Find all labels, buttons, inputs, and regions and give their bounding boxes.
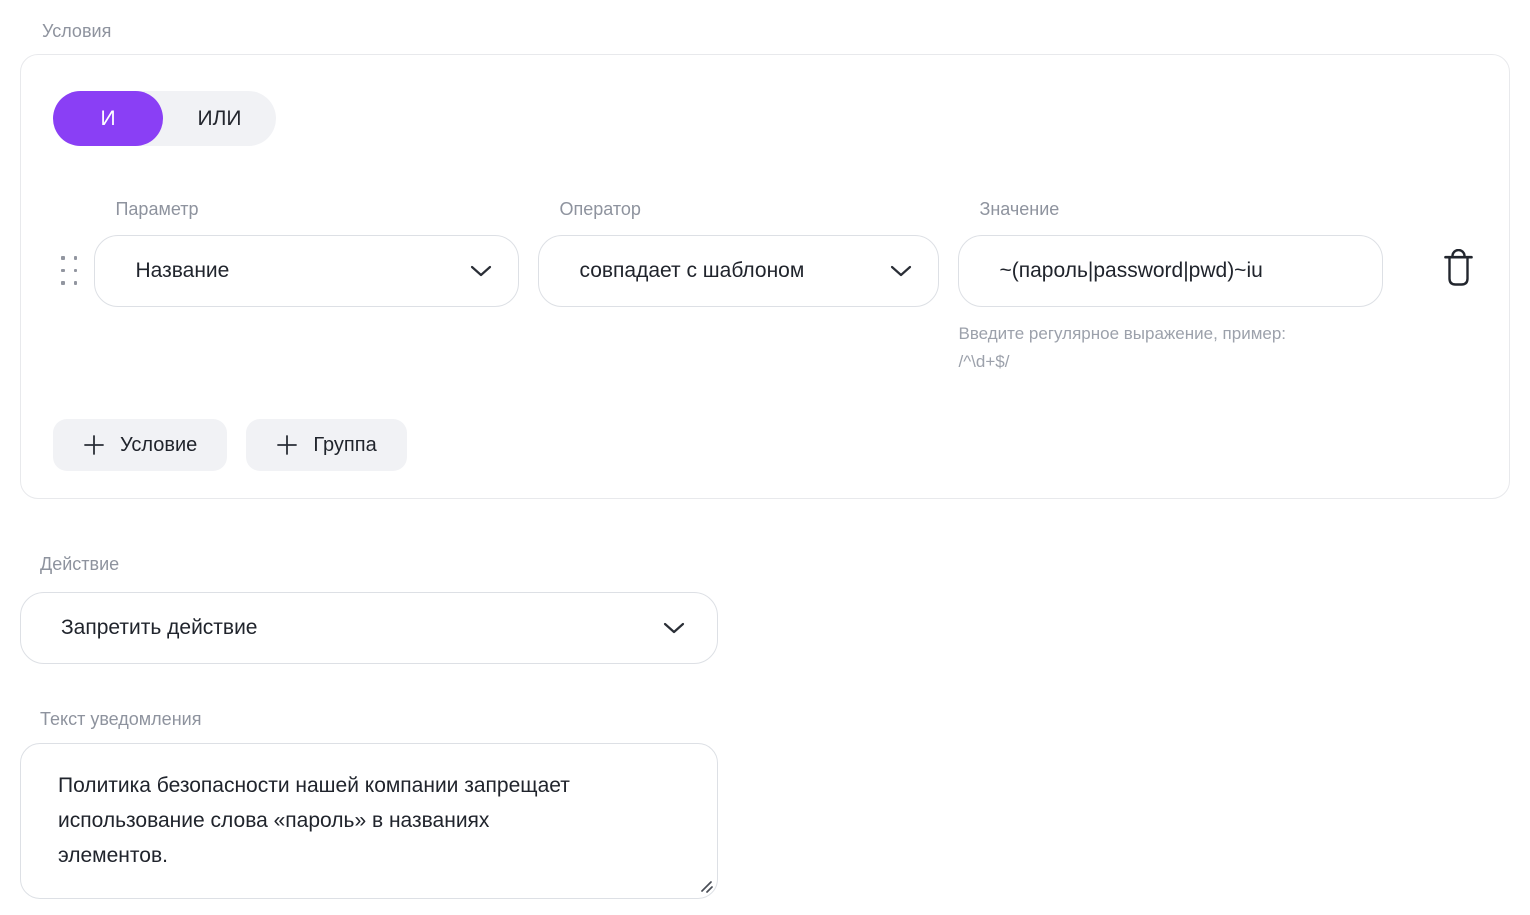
value-hint-line2: /^\d+$/	[958, 348, 1383, 376]
operator-selected-value: совпадает с шаблоном	[579, 259, 804, 283]
trash-icon	[1442, 249, 1475, 289]
add-condition-button[interactable]: Условие	[53, 419, 227, 471]
action-section-label: Действие	[40, 553, 1530, 575]
toggle-and[interactable]: И	[53, 91, 163, 146]
parameter-select[interactable]: Название	[94, 235, 519, 307]
action-select[interactable]: Запретить действие	[20, 592, 718, 664]
chevron-down-icon	[890, 265, 912, 277]
value-label: Значение	[979, 198, 1383, 220]
drag-handle-icon	[61, 256, 77, 285]
operator-label: Оператор	[559, 198, 939, 220]
conditions-section-label: Условия	[42, 20, 1530, 42]
plus-icon	[276, 434, 298, 456]
add-group-label: Группа	[313, 434, 376, 457]
add-buttons-row: Условие Группа	[53, 419, 1477, 471]
action-selected-value: Запретить действие	[61, 616, 258, 640]
parameter-field-group: Параметр Название	[94, 198, 519, 307]
chevron-down-icon	[663, 622, 685, 634]
plus-icon	[83, 434, 105, 456]
value-field-group: Значение Введите регулярное выражение, п…	[958, 198, 1383, 376]
notification-section-label: Текст уведомления	[40, 708, 1530, 730]
notification-textarea-wrap	[20, 743, 718, 899]
add-group-button[interactable]: Группа	[246, 419, 406, 471]
condition-row: Параметр Название Оператор совпадает с ш…	[53, 198, 1477, 376]
notification-textarea[interactable]	[20, 743, 718, 899]
parameter-selected-value: Название	[135, 259, 229, 283]
value-hint: Введите регулярное выражение, пример: /^…	[958, 320, 1383, 376]
toggle-or[interactable]: ИЛИ	[163, 91, 276, 146]
delete-condition-button[interactable]	[1440, 247, 1477, 291]
operator-field-group: Оператор совпадает с шаблоном	[538, 198, 939, 307]
logic-toggle-group: И ИЛИ	[53, 91, 276, 146]
value-field	[958, 235, 1383, 307]
parameter-label: Параметр	[115, 198, 519, 220]
drag-handle[interactable]	[53, 198, 94, 285]
add-condition-label: Условие	[120, 434, 197, 457]
value-hint-line1: Введите регулярное выражение, пример:	[958, 320, 1383, 348]
chevron-down-icon	[470, 265, 492, 277]
value-input[interactable]	[999, 236, 1362, 306]
resize-grip-icon[interactable]	[698, 878, 713, 893]
conditions-panel: И ИЛИ Параметр Название Оператор сов	[20, 54, 1510, 499]
operator-select[interactable]: совпадает с шаблоном	[538, 235, 939, 307]
